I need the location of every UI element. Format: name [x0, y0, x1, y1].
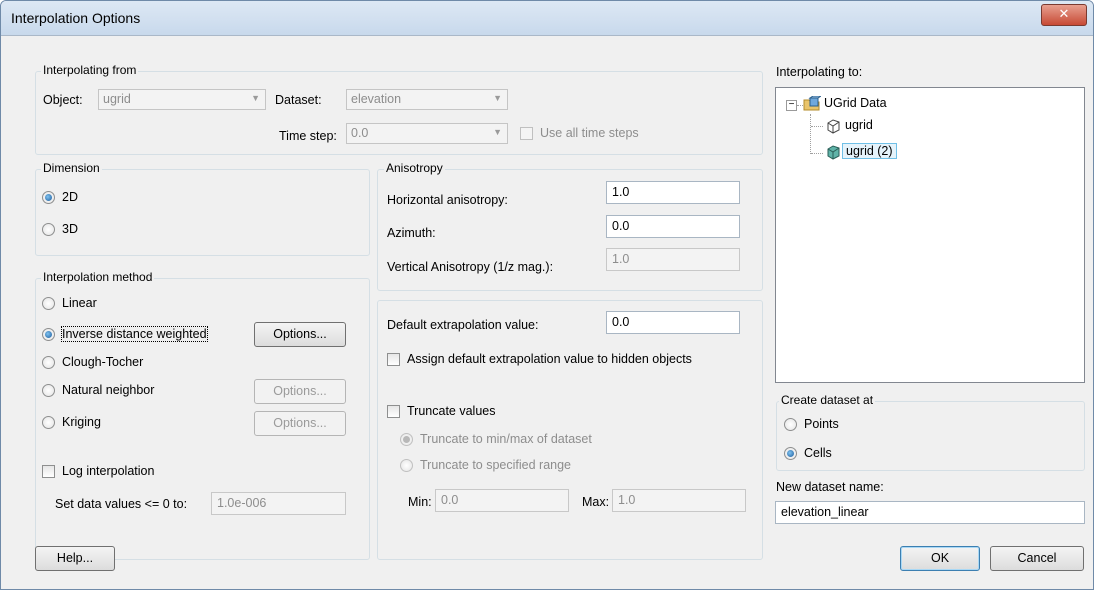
- create-dataset-label: Create dataset at: [779, 393, 876, 407]
- tree-expander-box[interactable]: −: [786, 100, 797, 111]
- object-label: Object:: [43, 93, 83, 107]
- assign-default-checkbox[interactable]: [387, 353, 400, 366]
- min-input[interactable]: 0.0: [435, 489, 569, 512]
- truncate-minmax-label: Truncate to min/max of dataset: [420, 432, 592, 446]
- log-interpolation-label: Log interpolation: [62, 464, 155, 478]
- timestep-combo-value: 0.0: [351, 126, 369, 140]
- kriging-options-button[interactable]: Options...: [254, 411, 346, 436]
- horizontal-anisotropy-label: Horizontal anisotropy:: [387, 193, 508, 207]
- help-button[interactable]: Help...: [35, 546, 115, 571]
- idw-options-button[interactable]: Options...: [254, 322, 346, 347]
- new-dataset-name-input[interactable]: elevation_linear: [775, 501, 1085, 524]
- timestep-combo[interactable]: 0.0 ▼: [346, 123, 508, 144]
- close-button[interactable]: ✕: [1041, 4, 1087, 26]
- anisotropy-label: Anisotropy: [384, 161, 445, 175]
- vertical-anisotropy-input[interactable]: 1.0: [606, 248, 740, 271]
- chevron-down-icon: ▼: [493, 93, 502, 103]
- object-combo-value: ugrid: [103, 92, 131, 106]
- dialog-window: Interpolation Options ✕ Interpolating fr…: [0, 0, 1094, 590]
- ugrid-cube-icon: [825, 118, 841, 134]
- use-all-timesteps-checkbox[interactable]: [520, 127, 533, 140]
- truncate-range-label: Truncate to specified range: [420, 458, 572, 472]
- create-points-radio[interactable]: [784, 418, 797, 431]
- interpolating-to-label: Interpolating to:: [776, 65, 863, 79]
- truncate-values-label: Truncate values: [407, 404, 496, 418]
- tree-node-ugrid-2[interactable]: ugrid (2): [842, 143, 897, 159]
- min-label: Min:: [408, 495, 432, 509]
- method-natural-neighbor-label: Natural neighbor: [62, 383, 155, 397]
- dimension-3d-label: 3D: [62, 222, 78, 236]
- method-idw-label: Inverse distance weighted: [61, 326, 208, 342]
- dialog-title: Interpolation Options: [11, 10, 141, 26]
- max-label: Max:: [582, 495, 610, 509]
- dimension-group: [35, 169, 370, 256]
- dimension-3d-radio[interactable]: [42, 223, 55, 236]
- dimension-label: Dimension: [41, 161, 102, 175]
- title-bar[interactable]: Interpolation Options ✕: [1, 1, 1093, 36]
- extrapolation-group: [377, 300, 763, 560]
- ok-button[interactable]: OK: [900, 546, 980, 571]
- truncate-minmax-radio[interactable]: [400, 433, 413, 446]
- timestep-label: Time step:: [279, 129, 337, 143]
- minus-icon: −: [788, 99, 795, 110]
- method-idw-radio[interactable]: [42, 328, 55, 341]
- create-cells-label: Cells: [804, 446, 832, 460]
- azimuth-label: Azimuth:: [387, 226, 436, 240]
- default-extrapolation-input[interactable]: 0.0: [606, 311, 740, 334]
- tree-node-ugrid-data[interactable]: UGrid Data: [824, 96, 887, 110]
- method-linear-label: Linear: [62, 296, 97, 310]
- assign-default-label: Assign default extrapolation value to hi…: [407, 352, 692, 366]
- truncate-values-checkbox[interactable]: [387, 405, 400, 418]
- set-data-values-label: Set data values <= 0 to:: [55, 497, 188, 511]
- use-all-timesteps-label: Use all time steps: [540, 126, 639, 140]
- interpolation-method-label: Interpolation method: [41, 270, 155, 284]
- ugrid-2-cube-icon: [825, 144, 841, 160]
- method-linear-radio[interactable]: [42, 297, 55, 310]
- method-kriging-radio[interactable]: [42, 416, 55, 429]
- truncate-range-radio[interactable]: [400, 459, 413, 472]
- chevron-down-icon: ▼: [251, 93, 260, 103]
- natural-neighbor-options-button[interactable]: Options...: [254, 379, 346, 404]
- tree-node-ugrid[interactable]: ugrid: [845, 118, 873, 132]
- ugrid-data-folder-icon: [803, 95, 823, 112]
- log-interpolation-checkbox[interactable]: [42, 465, 55, 478]
- method-clough-tocher-label: Clough-Tocher: [62, 355, 144, 369]
- dataset-combo[interactable]: elevation ▼: [346, 89, 508, 110]
- dataset-label: Dataset:: [275, 93, 322, 107]
- new-dataset-name-label: New dataset name:: [776, 480, 884, 494]
- dialog-client-area: Interpolating from Object: ugrid ▼ Datas…: [7, 37, 1087, 585]
- method-kriging-label: Kriging: [62, 415, 101, 429]
- object-combo[interactable]: ugrid ▼: [98, 89, 266, 110]
- vertical-anisotropy-label: Vertical Anisotropy (1/z mag.):: [387, 260, 554, 274]
- dataset-combo-value: elevation: [351, 92, 402, 106]
- max-input[interactable]: 1.0: [612, 489, 746, 512]
- target-tree[interactable]: − UGrid Data ugrid ugrid (2): [775, 87, 1085, 383]
- azimuth-input[interactable]: 0.0: [606, 215, 740, 238]
- default-extrapolation-label: Default extrapolation value:: [387, 318, 539, 332]
- dimension-2d-label: 2D: [62, 190, 78, 204]
- cancel-button[interactable]: Cancel: [990, 546, 1084, 571]
- create-points-label: Points: [804, 417, 839, 431]
- chevron-down-icon: ▼: [493, 127, 502, 137]
- method-natural-neighbor-radio[interactable]: [42, 384, 55, 397]
- close-icon: ✕: [1058, 7, 1070, 22]
- horizontal-anisotropy-input[interactable]: 1.0: [606, 181, 740, 204]
- create-cells-radio[interactable]: [784, 447, 797, 460]
- interpolating-from-label: Interpolating from: [41, 63, 139, 77]
- set-data-values-input[interactable]: 1.0e-006: [211, 492, 346, 515]
- create-dataset-group: [776, 401, 1085, 471]
- method-clough-tocher-radio[interactable]: [42, 356, 55, 369]
- dimension-2d-radio[interactable]: [42, 191, 55, 204]
